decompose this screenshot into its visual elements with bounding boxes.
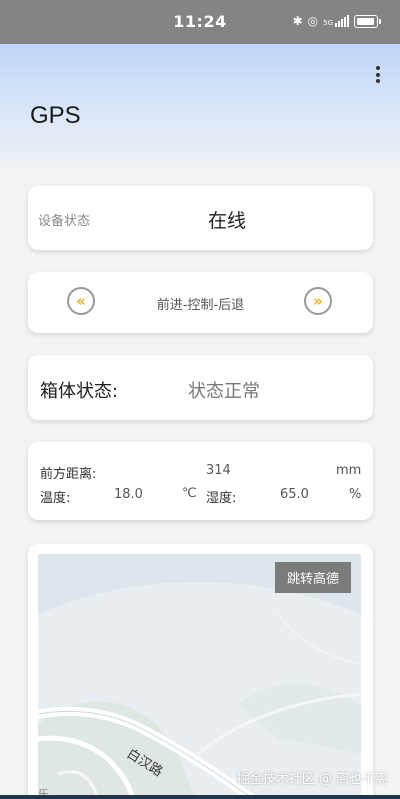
device-status-card: 设备状态 在线: [28, 186, 373, 250]
humidity-value: 65.0: [280, 487, 309, 502]
chevrons-right-icon[interactable]: »: [304, 287, 332, 315]
box-status-label: 箱体状态:: [40, 381, 119, 402]
temperature-unit: ℃: [182, 486, 197, 501]
device-status-value: 在线: [208, 210, 247, 232]
navigation-bar: [0, 795, 400, 799]
temperature-label: 温度:: [40, 491, 71, 506]
bluetooth-icon: ✱: [292, 14, 303, 28]
map-card: 白汉路 乐 跳转高德: [28, 544, 373, 799]
distance-value: 314: [206, 463, 231, 478]
status-bar: 11:24 ✱ ◎ 5G: [0, 0, 400, 44]
app-header: GPS: [0, 44, 400, 174]
watermark: 掘金技术社区 @ 离也不离: [236, 772, 388, 787]
box-status-card: 箱体状态: 状态正常: [28, 355, 373, 420]
distance-unit: mm: [336, 463, 362, 478]
more-vertical-icon[interactable]: [375, 66, 381, 86]
distance-label: 前方距离:: [40, 467, 97, 482]
box-status-value: 状态正常: [188, 381, 260, 402]
control-card: « 前进-控制-后退 »: [28, 272, 373, 333]
signal-5g-icon: 5G: [323, 15, 349, 27]
humidity-label: 湿度:: [206, 491, 237, 506]
device-status-label: 设备状态: [38, 214, 91, 229]
sensor-card: 前方距离: 314 mm 温度: 18.0 ℃ 湿度: 65.0 %: [28, 442, 373, 520]
battery-icon: [354, 14, 381, 28]
humidity-unit: %: [349, 487, 362, 502]
map-view[interactable]: 白汉路 乐 跳转高德: [38, 554, 361, 799]
jump-amap-button[interactable]: 跳转高德: [274, 562, 351, 593]
hotspot-icon: ◎: [307, 14, 319, 28]
temperature-value: 18.0: [114, 487, 143, 502]
page-title: GPS: [30, 102, 81, 129]
status-icons: ✱ ◎ 5G: [292, 14, 381, 28]
